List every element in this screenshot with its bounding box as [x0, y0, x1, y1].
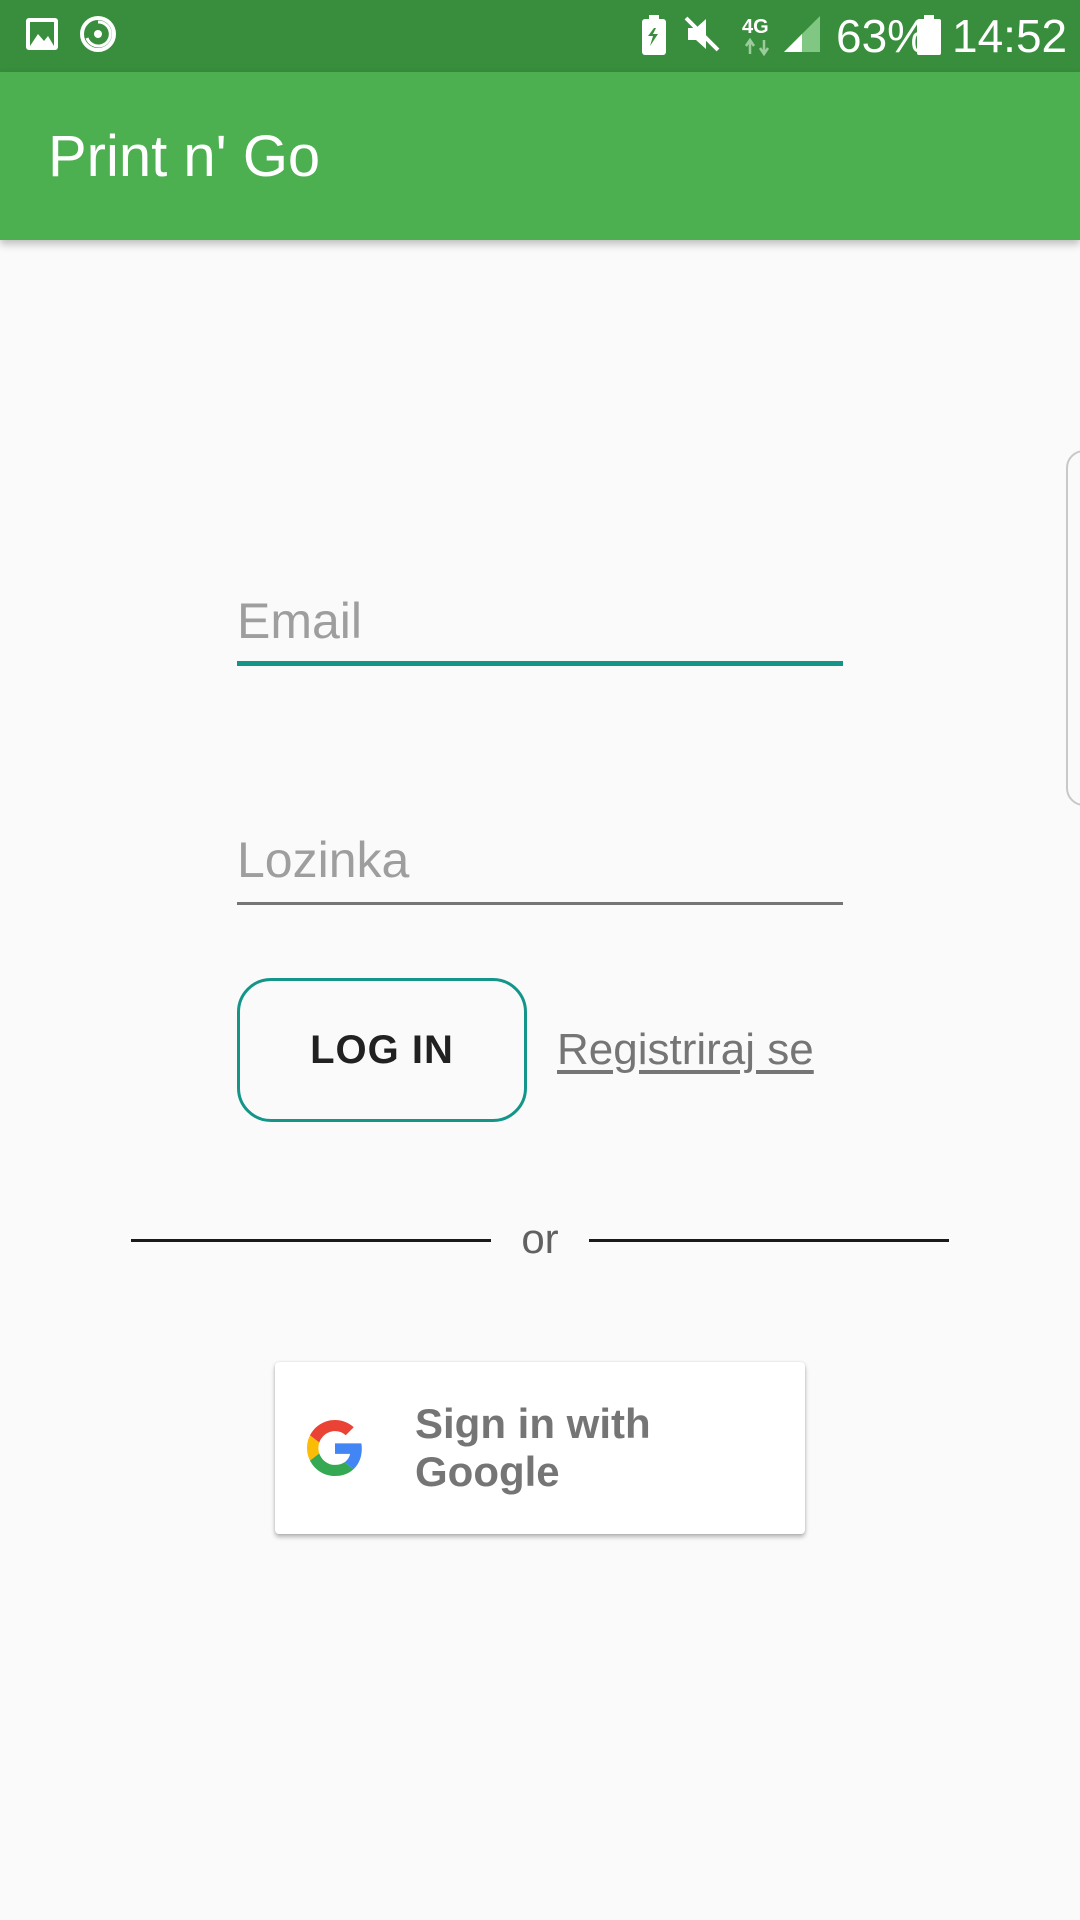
divider-line-right	[589, 1239, 949, 1242]
battery-saver-icon	[642, 15, 666, 55]
clock: 14:52	[952, 10, 1068, 62]
password-underline	[237, 902, 843, 905]
sync-icon	[80, 16, 116, 52]
network-type-label: 4G	[742, 16, 769, 38]
password-field	[237, 795, 843, 905]
network-4g-icon	[744, 38, 770, 56]
google-sign-in-button[interactable]: Sign in with Google	[275, 1362, 805, 1534]
login-button[interactable]: LOG IN	[237, 978, 527, 1122]
signal-icon	[784, 16, 820, 52]
divider-or-label: or	[521, 1215, 559, 1262]
status-bar: 4G 63% 14:52	[0, 0, 1080, 72]
divider-line-left	[131, 1239, 491, 1242]
email-underline	[237, 661, 843, 666]
email-input[interactable]	[237, 556, 843, 666]
google-icon	[307, 1420, 362, 1476]
battery-percent: 63%	[836, 10, 929, 62]
app-bar: Print n' Go	[0, 72, 1080, 240]
password-input[interactable]	[237, 795, 843, 905]
login-screen: 4G 63% 14:52 Print n' Go LOG IN Registri…	[0, 0, 1080, 1920]
edge-panel-handle[interactable]	[1066, 450, 1080, 806]
email-field	[237, 556, 843, 666]
app-title: Print n' Go	[48, 124, 321, 189]
register-link[interactable]: Registriraj se	[557, 1024, 814, 1076]
battery-icon	[917, 15, 941, 55]
google-sign-in-label: Sign in with Google	[415, 1400, 651, 1495]
mute-icon	[684, 16, 720, 52]
gallery-icon	[26, 18, 58, 50]
